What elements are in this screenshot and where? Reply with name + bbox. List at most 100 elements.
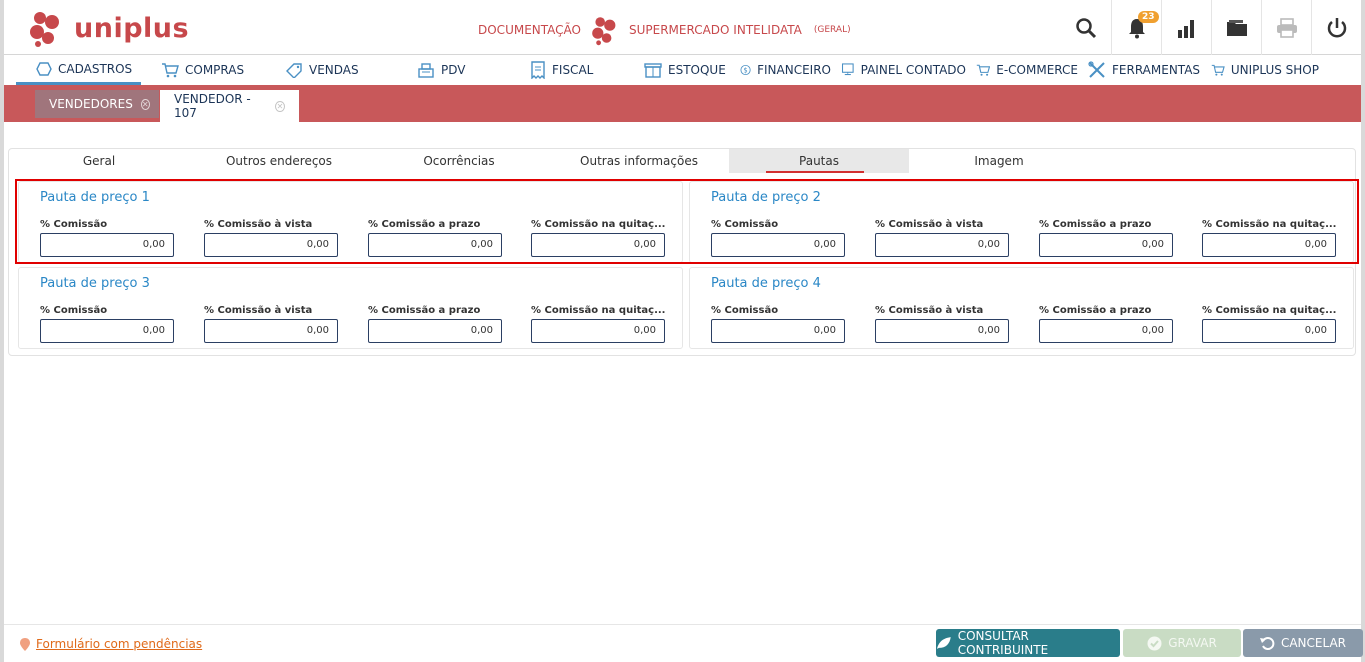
field-comissao: % Comissão 0,00 bbox=[40, 219, 174, 257]
field-comissao-vista: % Comissão à vista 0,00 bbox=[875, 219, 1009, 257]
comissao-input[interactable]: 0,00 bbox=[711, 233, 845, 257]
pending-link[interactable]: Formulário com pendências bbox=[20, 637, 202, 651]
field-comissao: % Comissão 0,00 bbox=[711, 219, 845, 257]
box-icon bbox=[644, 63, 662, 78]
company-info: DOCUMENTAÇÃO SUPERMERCADO INTELIDATA (GE… bbox=[478, 13, 851, 47]
consult-contributor-button[interactable]: CONSULTAR CONTRIBUINTE bbox=[936, 629, 1120, 657]
subtab-geral[interactable]: Geral bbox=[9, 149, 189, 173]
company-name[interactable]: SUPERMERCADO INTELIDATA bbox=[629, 23, 802, 37]
dollar-icon: $ bbox=[740, 64, 751, 76]
comissao-prazo-input[interactable]: 0,00 bbox=[1039, 319, 1173, 343]
menu-pdv[interactable]: PDV bbox=[397, 55, 510, 85]
tools-icon bbox=[1088, 61, 1105, 78]
company-scope: (GERAL) bbox=[813, 25, 851, 35]
field-comissao-prazo: % Comissão a prazo 0,00 bbox=[1039, 305, 1173, 343]
app-window: uniplus DOCUMENTAÇÃO SUPERMERCADO INTELI… bbox=[0, 0, 1365, 662]
menu-painel-contador[interactable]: PAINEL CONTADO bbox=[837, 55, 972, 85]
comissao-quitacao-input[interactable]: 0,00 bbox=[1202, 233, 1336, 257]
comissao-input[interactable]: 0,00 bbox=[711, 319, 845, 343]
leaf-icon bbox=[936, 637, 951, 649]
comissao-vista-input[interactable]: 0,00 bbox=[204, 319, 338, 343]
svg-text:$: $ bbox=[743, 66, 747, 74]
form-subtabs: Geral Outros endereços Ocorrências Outra… bbox=[9, 149, 1355, 173]
monitor-icon bbox=[841, 63, 854, 76]
field-comissao-quitacao: % Comissão na quitaç... 0,00 bbox=[531, 219, 665, 257]
tag-icon bbox=[286, 63, 302, 78]
logout-button[interactable] bbox=[1311, 0, 1361, 55]
folder-icon bbox=[1226, 19, 1247, 36]
subtab-outras-informacoes[interactable]: Outras informações bbox=[549, 149, 729, 173]
field-comissao-prazo: % Comissão a prazo 0,00 bbox=[368, 219, 502, 257]
cancel-button[interactable]: CANCELAR bbox=[1243, 629, 1363, 657]
pauta-title: Pauta de preço 1 bbox=[40, 190, 150, 205]
check-circle-icon bbox=[1147, 636, 1162, 650]
field-comissao-prazo: % Comissão a prazo 0,00 bbox=[1039, 219, 1173, 257]
menu-e-commerce[interactable]: E-COMMERCE bbox=[972, 55, 1084, 85]
logo-text: uniplus bbox=[74, 12, 190, 44]
menu-financeiro[interactable]: $ FINANCEIRO bbox=[734, 55, 837, 85]
form-footer: Formulário com pendências CONSULTAR CONT… bbox=[4, 624, 1363, 662]
comissao-prazo-input[interactable]: 0,00 bbox=[368, 319, 502, 343]
cart-icon bbox=[162, 63, 179, 78]
main-menu: CADASTROS COMPRAS VENDAS PDV FISCAL ESTO… bbox=[4, 55, 1361, 85]
field-comissao-quitacao: % Comissão na quitaç... 0,00 bbox=[1202, 219, 1336, 257]
comissao-vista-input[interactable]: 0,00 bbox=[204, 233, 338, 257]
close-icon[interactable]: ✕ bbox=[274, 100, 285, 112]
search-icon bbox=[1076, 17, 1097, 38]
menu-fiscal[interactable]: FISCAL bbox=[510, 55, 624, 85]
menu-cadastros[interactable]: CADASTROS bbox=[16, 55, 141, 85]
field-comissao-vista: % Comissão à vista 0,00 bbox=[204, 305, 338, 343]
pauta-title: Pauta de preço 4 bbox=[711, 276, 821, 291]
print-button[interactable] bbox=[1261, 0, 1311, 55]
cart-icon bbox=[1211, 64, 1225, 76]
subtab-outros-enderecos[interactable]: Outros endereços bbox=[189, 149, 369, 173]
comissao-input[interactable]: 0,00 bbox=[40, 319, 174, 343]
folder-button[interactable] bbox=[1211, 0, 1261, 55]
form-panel: Geral Outros endereços Ocorrências Outra… bbox=[8, 148, 1356, 356]
pauta-card-3: Pauta de preço 3 % Comissão 0,00 % Comiss… bbox=[18, 267, 683, 349]
pauta-card-4: Pauta de preço 4 % Comissão 0,00 % Comiss… bbox=[689, 267, 1354, 349]
comissao-vista-input[interactable]: 0,00 bbox=[875, 319, 1009, 343]
comissao-quitacao-input[interactable]: 0,00 bbox=[531, 319, 665, 343]
notification-badge: 23 bbox=[1138, 11, 1159, 23]
field-comissao-vista: % Comissão à vista 0,00 bbox=[204, 219, 338, 257]
field-comissao-prazo: % Comissão a prazo 0,00 bbox=[368, 305, 502, 343]
menu-uniplus-shop[interactable]: UNIPLUS SHOP bbox=[1207, 55, 1325, 85]
power-icon bbox=[1327, 17, 1346, 37]
close-icon[interactable]: ✕ bbox=[140, 98, 150, 110]
company-logo-icon bbox=[592, 17, 616, 46]
undo-icon bbox=[1259, 636, 1275, 650]
subtab-imagem[interactable]: Imagem bbox=[909, 149, 1089, 173]
tab-vendedor-107[interactable]: VENDEDOR - 107 ✕ bbox=[160, 90, 299, 122]
cash-register-icon bbox=[418, 63, 434, 78]
window-tabs: VENDEDORES ✕ VENDEDOR - 107 ✕ bbox=[4, 85, 1361, 122]
reports-button[interactable] bbox=[1161, 0, 1211, 55]
menu-estoque[interactable]: ESTOQUE bbox=[624, 55, 734, 85]
hexagon-icon bbox=[36, 61, 52, 76]
pauta-card-2: Pauta de preço 2 % Comissão 0,00 % Comiss… bbox=[689, 181, 1354, 263]
menu-compras[interactable]: COMPRAS bbox=[141, 55, 265, 85]
subtab-ocorrencias[interactable]: Ocorrências bbox=[369, 149, 549, 173]
field-comissao: % Comissão 0,00 bbox=[40, 305, 174, 343]
save-button[interactable]: GRAVAR bbox=[1123, 629, 1241, 657]
comissao-quitacao-input[interactable]: 0,00 bbox=[1202, 319, 1336, 343]
comissao-input[interactable]: 0,00 bbox=[40, 233, 174, 257]
notifications-button[interactable]: 23 bbox=[1111, 0, 1161, 55]
logo[interactable]: uniplus bbox=[26, 8, 189, 48]
comissao-quitacao-input[interactable]: 0,00 bbox=[531, 233, 665, 257]
tab-vendedores[interactable]: VENDEDORES ✕ bbox=[35, 90, 159, 118]
menu-vendas[interactable]: VENDAS bbox=[265, 55, 397, 85]
documentation-link[interactable]: DOCUMENTAÇÃO bbox=[478, 23, 581, 37]
subtab-pautas[interactable]: Pautas bbox=[729, 149, 909, 173]
top-bar: uniplus DOCUMENTAÇÃO SUPERMERCADO INTELI… bbox=[4, 0, 1361, 55]
bar-chart-icon bbox=[1177, 19, 1194, 38]
search-button[interactable] bbox=[1061, 0, 1111, 55]
pauta-card-1: Pauta de preço 1 % Comissão 0,00 % Comiss… bbox=[18, 181, 683, 263]
cart-icon bbox=[976, 64, 991, 76]
pin-icon bbox=[20, 637, 30, 651]
pauta-title: Pauta de preço 2 bbox=[711, 190, 821, 205]
comissao-prazo-input[interactable]: 0,00 bbox=[1039, 233, 1173, 257]
comissao-prazo-input[interactable]: 0,00 bbox=[368, 233, 502, 257]
comissao-vista-input[interactable]: 0,00 bbox=[875, 233, 1009, 257]
menu-ferramentas[interactable]: FERRAMENTAS bbox=[1084, 55, 1207, 85]
